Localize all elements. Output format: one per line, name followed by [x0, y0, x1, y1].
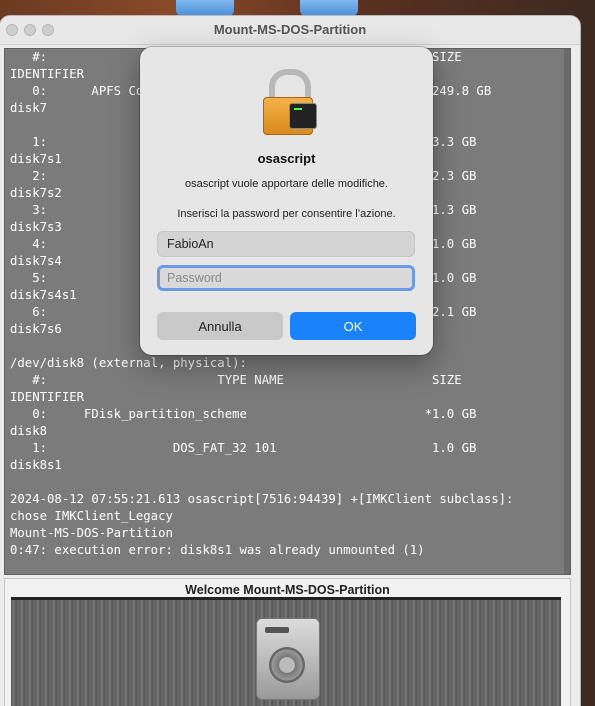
terminal-line: 0: FDisk_partition_scheme *1.0 GB: [10, 407, 477, 421]
welcome-panel: Welcome Mount-MS-DOS-Partition: [4, 578, 571, 706]
terminal-line: 0:47: execution error: disk8s1 was alrea…: [10, 543, 425, 557]
window-title: Mount-MS-DOS-Partition: [213, 22, 367, 37]
username-field[interactable]: [157, 231, 415, 257]
terminal-line: chose IMKClient_Legacy: [10, 509, 173, 523]
auth-dialog: osascript osascript vuole apportare dell…: [140, 47, 433, 355]
dialog-prompt: Inserisci la password per consentire l’a…: [177, 208, 396, 220]
cancel-button[interactable]: Annulla: [157, 312, 283, 340]
terminal-line: Mount-MS-DOS-Partition: [10, 526, 173, 540]
lock-icon: [261, 69, 317, 135]
terminal-line: disk8s1: [10, 458, 62, 472]
terminal-line: 2024-08-12 07:55:21.613 osascript[7516:9…: [10, 492, 514, 506]
terminal-line: disk8: [10, 424, 48, 438]
terminal-line: IDENTIFIER: [10, 390, 85, 404]
terminal-line: #: TYPE NAME SIZE: [10, 373, 462, 387]
external-disk-icon: [256, 618, 320, 700]
terminal-line: 1: DOS_FAT_32 101 1.0 GB: [10, 441, 477, 455]
desktop-folder-icon[interactable]: [176, 0, 234, 16]
terminal-badge-icon: [289, 103, 317, 129]
desktop-folder-icon[interactable]: [300, 0, 358, 16]
dialog-message: osascript vuole apportare delle modifich…: [184, 178, 388, 190]
ok-button[interactable]: OK: [290, 312, 416, 340]
password-field[interactable]: [157, 265, 415, 291]
dialog-title: osascript: [257, 151, 316, 166]
terminal-line: /dev/disk8 (external, physical):: [10, 356, 247, 370]
welcome-image: [11, 597, 561, 706]
title-bar[interactable]: Mount-MS-DOS-Partition: [0, 16, 580, 45]
scrollbar[interactable]: [564, 49, 570, 574]
